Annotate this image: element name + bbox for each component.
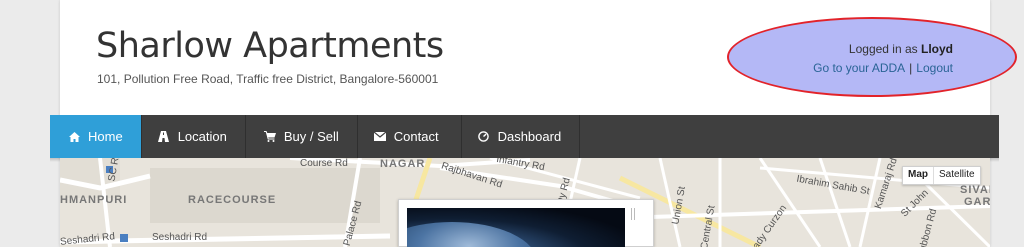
satellite-view-button[interactable]: Satellite <box>934 167 980 184</box>
map-view-button[interactable]: Map <box>903 167 934 184</box>
road-icon <box>158 131 170 143</box>
go-to-adda-link[interactable]: Go to your ADDA <box>813 61 905 75</box>
site-title: Sharlow Apartments <box>96 26 444 66</box>
home-icon <box>68 131 80 143</box>
nav-location-label: Location <box>177 129 227 144</box>
login-highlight-ellipse <box>727 17 1017 97</box>
popup-scrollbar[interactable] <box>631 208 635 220</box>
site-address: 101, Pollution Free Road, Traffic free D… <box>97 72 439 86</box>
map-label: HMANPURI <box>60 194 128 206</box>
nav-contact[interactable]: Contact <box>358 115 462 158</box>
username: Lloyd <box>921 42 953 56</box>
nav-dashboard-label: Dashboard <box>497 129 562 144</box>
envelope-icon <box>373 131 386 143</box>
map-label: NAGAR <box>380 158 426 170</box>
map-label: Seshadri Rd <box>152 232 208 243</box>
map-type-toggle: Map Satellite <box>902 166 981 185</box>
dashboard-icon <box>478 131 490 143</box>
map-label: GAR <box>964 196 990 208</box>
nav-buy-sell[interactable]: Buy / Sell <box>246 115 358 158</box>
map-label: Course Rd <box>300 158 348 169</box>
nav-home[interactable]: Home <box>50 115 142 158</box>
logged-in-status: Logged in as Lloyd <box>760 42 953 56</box>
nav-buy-sell-label: Buy / Sell <box>283 129 339 144</box>
account-links: Go to your ADDA | Logout <box>760 61 953 75</box>
main-navbar: Home Location Buy / Sell Contact Dashboa… <box>50 115 999 162</box>
nav-dashboard[interactable]: Dashboard <box>462 115 581 158</box>
nav-home-label: Home <box>88 129 123 144</box>
logged-in-prefix: Logged in as <box>848 42 918 56</box>
map-info-window <box>398 199 654 247</box>
map-label: SIVAN <box>960 184 990 196</box>
cart-icon <box>263 131 276 143</box>
logout-link[interactable]: Logout <box>916 61 953 75</box>
nav-location[interactable]: Location <box>142 115 246 158</box>
earth-from-space-image <box>407 208 625 247</box>
link-separator: | <box>909 61 913 75</box>
nav-contact-label: Contact <box>393 129 439 144</box>
map-label: RACECOURSE <box>188 194 277 206</box>
